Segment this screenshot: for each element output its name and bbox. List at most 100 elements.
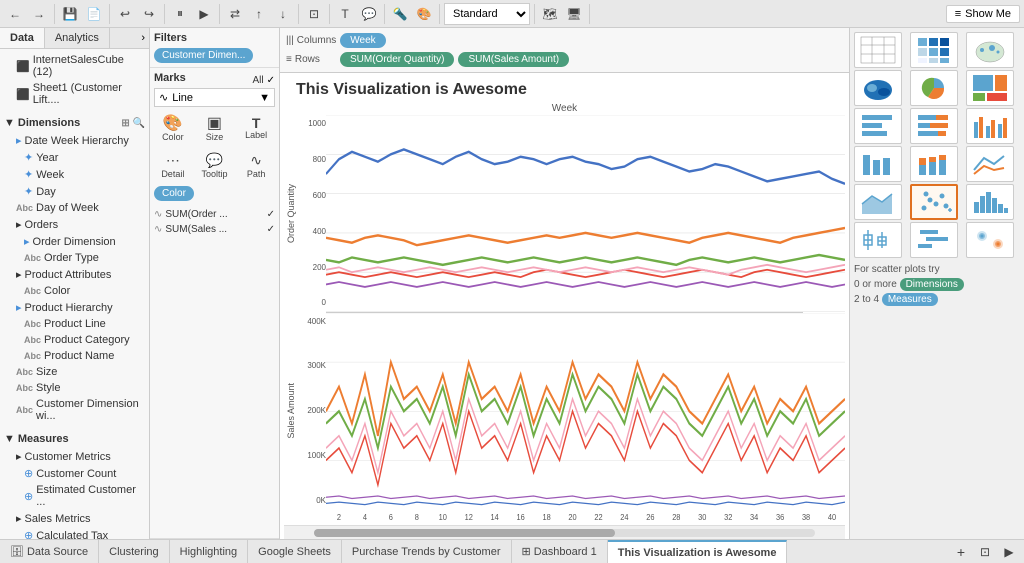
sidebar-collapse-btn[interactable]: ›: [137, 28, 149, 48]
connection-sheet[interactable]: ⬛ Sheet1 (Customer Lift....: [4, 80, 145, 108]
marks-path-btn[interactable]: ∿ Path: [237, 149, 275, 182]
dim-color[interactable]: Abc Color: [4, 283, 145, 299]
dim-product-name[interactable]: Abc Product Name: [4, 348, 145, 364]
new-btn[interactable]: 📄: [83, 3, 105, 25]
tab-clustering[interactable]: Clustering: [99, 540, 170, 563]
scrollbar-track[interactable]: [314, 529, 815, 537]
marks-color-btn[interactable]: 🎨 Color: [154, 113, 192, 145]
dim-product-category[interactable]: Abc Product Category: [4, 332, 145, 348]
show-me-side-by-side-bars[interactable]: [966, 108, 1014, 144]
show-me-gantt[interactable]: [910, 222, 958, 258]
undo-btn[interactable]: ↩: [114, 3, 136, 25]
show-me-area[interactable]: [854, 184, 902, 220]
marks-type-dropdown[interactable]: ∿ Line ▼: [154, 88, 275, 107]
connection-cube[interactable]: ⬛ InternetSalesCube (12): [4, 52, 145, 80]
dim-dayofweek[interactable]: Abc Day of Week: [4, 200, 145, 216]
dim-order-dimension[interactable]: ▸ Order Dimension: [4, 233, 145, 250]
show-me-pie-chart[interactable]: [910, 70, 958, 106]
marks-tooltip-btn[interactable]: 💬 Tooltip: [196, 149, 234, 182]
measures-chip: Measures: [882, 293, 938, 306]
sum-order-label: SUM(Order ...: [165, 209, 266, 220]
abc-icon-4: Abc: [24, 319, 41, 329]
dim-customer[interactable]: Abc Customer Dimension wi...: [4, 396, 145, 424]
dim-product-line[interactable]: Abc Product Line: [4, 316, 145, 332]
map-btn[interactable]: 🗺: [539, 3, 561, 25]
dim-size[interactable]: Abc Size: [4, 364, 145, 380]
filter-chip-customer[interactable]: Customer Dimen...: [154, 48, 253, 63]
marks-all-label: All: [252, 75, 263, 86]
show-me-filled-map[interactable]: [854, 70, 902, 106]
show-me-treemap[interactable]: [966, 70, 1014, 106]
dim-date-hierarchy[interactable]: ▸ Date Week Hierarchy: [4, 132, 145, 149]
label-btn[interactable]: T: [334, 3, 356, 25]
dim-product-attrs[interactable]: ▸ Product Attributes: [4, 266, 145, 283]
order-qty-chart: [326, 115, 845, 312]
rows-sales-amt-chip[interactable]: SUM(Sales Amount): [458, 52, 569, 67]
monitor-btn[interactable]: 🖥: [563, 3, 585, 25]
tab-google-sheets[interactable]: Google Sheets: [248, 540, 342, 563]
show-me-stacked-v-bar[interactable]: [910, 146, 958, 182]
duplicate-sheet-btn[interactable]: ⊡: [974, 541, 996, 563]
meas-customer-count[interactable]: ⊕ Customer Count: [4, 465, 145, 482]
tab-highlighting[interactable]: Highlighting: [170, 540, 248, 563]
scrollbar-thumb[interactable]: [314, 529, 615, 537]
tab-analytics[interactable]: Analytics: [45, 28, 110, 48]
show-me-stacked-h-bar[interactable]: [910, 108, 958, 144]
x-scrollbar[interactable]: [284, 525, 845, 539]
color-btn[interactable]: 🎨: [413, 3, 435, 25]
show-me-heat-map[interactable]: [910, 32, 958, 68]
sidebar-tab-bar: Data Analytics ›: [0, 28, 149, 49]
sort-asc-btn[interactable]: ↑: [248, 3, 270, 25]
sum-sales-row[interactable]: ∿ SUM(Sales ... ✓: [154, 222, 275, 237]
dim-week[interactable]: ✦ Week: [4, 166, 145, 183]
dimensions-header[interactable]: ▼ Dimensions ⊞ 🔍: [4, 114, 145, 132]
tooltip-btn[interactable]: 💬: [358, 3, 380, 25]
dim-order-type[interactable]: Abc Order Type: [4, 250, 145, 266]
save-btn[interactable]: 💾: [59, 3, 81, 25]
highlight-btn[interactable]: 🔦: [389, 3, 411, 25]
show-me-box-whisker[interactable]: [854, 222, 902, 258]
tab-this-viz[interactable]: This Visualization is Awesome: [608, 540, 788, 563]
pause-btn[interactable]: ⏸: [169, 3, 191, 25]
sort-desc-btn[interactable]: ↓: [272, 3, 294, 25]
show-me-text-table[interactable]: [854, 32, 902, 68]
dim-style[interactable]: Abc Style: [4, 380, 145, 396]
tab-dashboard-1[interactable]: ⊞ Dashboard 1: [512, 540, 608, 563]
show-me-button[interactable]: ≡ Show Me: [946, 5, 1020, 23]
meas-calculated-tax[interactable]: ⊕ Calculated Tax: [4, 527, 145, 539]
dim-product-hierarchy[interactable]: ▸ Product Hierarchy: [4, 299, 145, 316]
show-me-symbol-map[interactable]: [966, 32, 1014, 68]
meas-customer-metrics[interactable]: ▸ Customer Metrics: [4, 448, 145, 465]
show-me-histograms[interactable]: [966, 184, 1014, 220]
tab-data[interactable]: Data: [0, 28, 45, 48]
show-me-lines[interactable]: [966, 146, 1014, 182]
fit-btn[interactable]: ⊡: [303, 3, 325, 25]
columns-week-chip[interactable]: Week: [340, 33, 385, 48]
color-encoding-chip[interactable]: Color: [154, 186, 194, 201]
tab-data-source[interactable]: 🗄 Data Source: [0, 540, 99, 563]
back-btn[interactable]: ←: [4, 3, 26, 25]
marks-detail-btn[interactable]: ⋯ Detail: [154, 149, 192, 182]
swap-btn[interactable]: ⇄: [224, 3, 246, 25]
measures-header[interactable]: ▼ Measures: [4, 430, 145, 448]
present-btn[interactable]: ▶: [998, 541, 1020, 563]
meas-estimated-customer[interactable]: ⊕ Estimated Customer ...: [4, 482, 145, 510]
show-me-h-bar[interactable]: [854, 108, 902, 144]
marks-size-btn[interactable]: ▣ Size: [196, 113, 234, 145]
meas-sales-metrics[interactable]: ▸ Sales Metrics: [4, 510, 145, 527]
show-me-scatter[interactable]: [910, 184, 958, 220]
sum-order-row[interactable]: ∿ SUM(Order ... ✓: [154, 207, 275, 222]
redo-btn[interactable]: ↪: [138, 3, 160, 25]
run-btn[interactable]: ▶: [193, 3, 215, 25]
marks-label-btn[interactable]: T Label: [237, 113, 275, 145]
viz-type-select[interactable]: StandardEntire View: [444, 3, 530, 25]
dim-day[interactable]: ✦ Day: [4, 183, 145, 200]
rows-order-qty-chip[interactable]: SUM(Order Quantity): [340, 52, 454, 67]
forward-btn[interactable]: →: [28, 3, 50, 25]
show-me-bullet[interactable]: [966, 222, 1014, 258]
dim-orders-folder[interactable]: ▸ Orders: [4, 216, 145, 233]
new-sheet-btn[interactable]: +: [950, 541, 972, 563]
show-me-v-bar[interactable]: [854, 146, 902, 182]
dim-year[interactable]: ✦ Year: [4, 149, 145, 166]
tab-purchase-trends[interactable]: Purchase Trends by Customer: [342, 540, 512, 563]
